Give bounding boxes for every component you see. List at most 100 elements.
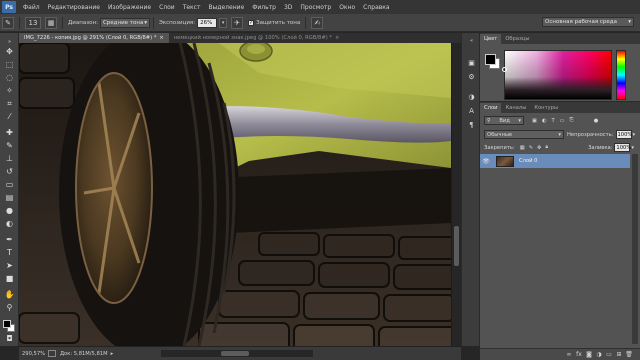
chevron-down-icon[interactable]: ▾ <box>633 132 636 138</box>
zoom-tool-icon[interactable]: ⚲ <box>4 303 15 313</box>
collapse-icon[interactable]: » <box>4 37 15 47</box>
eye-icon[interactable]: 👁︎ <box>480 158 492 165</box>
airbrush-icon[interactable]: ✈ <box>231 16 244 29</box>
fill-input[interactable]: 100% <box>614 143 631 152</box>
filter-toggle[interactable]: ● <box>594 118 599 124</box>
layers-scrollbar[interactable] <box>632 154 638 344</box>
menu-file[interactable]: Файл <box>19 4 44 11</box>
protect-tones-checkbox[interactable]: ✓ <box>248 19 255 26</box>
document-canvas[interactable] <box>19 43 451 346</box>
new-group-icon[interactable]: ▭ <box>604 351 614 358</box>
zoom-level-field[interactable]: 290,57% <box>22 349 45 358</box>
menu-help[interactable]: Справка <box>359 4 393 11</box>
history-icon[interactable]: ▣ <box>467 59 476 68</box>
new-layer-icon[interactable]: ⊞ <box>614 351 624 358</box>
pressure-icon[interactable]: ✍ <box>311 16 324 29</box>
brush-size-picker[interactable]: 13 <box>25 16 41 29</box>
color-panel-tabs: Цвет Образцы <box>480 33 640 44</box>
history-brush-tool-icon[interactable]: ↺ <box>4 167 15 177</box>
tab-channels[interactable]: Каналы <box>501 103 530 113</box>
layer-filter-select[interactable]: ⚲ Вид ▾ <box>484 116 524 125</box>
crop-tool-icon[interactable]: ⌗ <box>4 99 15 109</box>
gradient-tool-icon[interactable]: ▤ <box>4 193 15 203</box>
filter-type-icon[interactable]: T <box>551 118 554 124</box>
export-icon[interactable] <box>48 350 56 357</box>
menu-view[interactable]: Просмотр <box>296 4 335 11</box>
workspace-select[interactable]: Основная рабочая среда ▾ <box>542 17 634 27</box>
exposure-dropdown-icon[interactable]: ▾ <box>219 17 228 28</box>
dodge-burn-tool-icon[interactable]: ◐ <box>4 219 15 229</box>
type-tool-icon[interactable]: T <box>4 248 15 258</box>
menu-3d[interactable]: 3D <box>280 4 296 11</box>
healing-brush-tool-icon[interactable]: ✚ <box>4 128 15 138</box>
chevron-down-icon[interactable]: ▾ <box>631 145 634 151</box>
lasso-tool-icon[interactable]: ◌ <box>4 73 15 83</box>
foreground-color-swatch[interactable] <box>485 54 496 65</box>
menu-edit[interactable]: Редактирование <box>44 4 104 11</box>
tab-color[interactable]: Цвет <box>480 34 502 44</box>
brush-panel-icon[interactable]: ▦ <box>45 16 57 29</box>
menu-filter[interactable]: Фильтр <box>248 4 280 11</box>
vertical-scroll-thumb[interactable] <box>454 226 459 266</box>
path-selection-tool-icon[interactable]: ➤ <box>4 261 15 271</box>
link-layers-icon[interactable]: ∞ <box>564 351 574 358</box>
adjustments-icon[interactable]: ◑ <box>467 93 476 102</box>
marquee-tool-icon[interactable]: ⬚ <box>4 60 15 70</box>
close-icon[interactable]: × <box>159 35 163 41</box>
lock-all-icon[interactable]: 🔒︎ <box>545 144 548 151</box>
blur-tool-icon[interactable]: ● <box>4 206 15 216</box>
foreground-color-swatch[interactable] <box>3 320 11 328</box>
filter-adjustment-icon[interactable]: ◐ <box>542 118 547 124</box>
color-picker-cursor[interactable] <box>502 67 507 72</box>
adjustment-layer-icon[interactable]: ◑ <box>594 351 604 358</box>
blend-mode-select[interactable]: Обычные ▾ <box>484 130 564 139</box>
hand-tool-icon[interactable]: ✋ <box>4 290 15 300</box>
status-menu-icon[interactable]: ▸ <box>111 351 114 357</box>
filter-smart-icon[interactable]: ⎘ <box>570 117 574 124</box>
lock-transparency-icon[interactable]: ▦ <box>520 145 525 151</box>
tab-license-plate[interactable]: немецкий номерной знак.jpeg @ 100% (Слой… <box>169 33 345 43</box>
trash-icon[interactable]: 🗑︎ <box>624 351 634 358</box>
range-select[interactable]: Средние тона ▾ <box>99 17 150 28</box>
add-mask-icon[interactable]: ◙ <box>584 351 594 358</box>
layer-name[interactable]: Слой 0 <box>519 158 537 164</box>
menu-window[interactable]: Окно <box>335 4 359 11</box>
filter-pixel-icon[interactable]: ▣ <box>532 118 537 124</box>
horizontal-scroll-thumb[interactable] <box>221 351 250 356</box>
expand-panels-icon[interactable]: « <box>467 37 476 46</box>
layer-filter-value: Вид <box>499 117 510 124</box>
hue-slider[interactable] <box>616 50 626 100</box>
burn-tool-preset-icon[interactable]: ✎ <box>2 16 14 29</box>
exposure-input[interactable]: 26% <box>197 17 218 28</box>
menu-layers[interactable]: Слои <box>155 4 179 11</box>
quick-mask-icon[interactable]: ◘ <box>4 334 15 344</box>
color-spectrum[interactable] <box>504 50 612 100</box>
pen-tool-icon[interactable]: ✒ <box>4 235 15 245</box>
rectangle-tool-icon[interactable]: ■ <box>4 274 15 284</box>
layer-style-icon[interactable]: fx <box>574 351 584 358</box>
lock-pixels-icon[interactable]: ✎ <box>529 145 533 151</box>
menu-select[interactable]: Выделение <box>204 4 248 11</box>
vertical-scrollbar[interactable] <box>451 43 461 346</box>
character-icon[interactable]: A <box>467 107 476 116</box>
menu-image[interactable]: Изображение <box>104 4 155 11</box>
brush-tool-icon[interactable]: ✎ <box>4 141 15 151</box>
close-icon[interactable]: × <box>335 35 339 41</box>
layer-row[interactable]: 👁︎ Слой 0 <box>480 154 630 168</box>
clone-stamp-tool-icon[interactable]: ⊥ <box>4 154 15 164</box>
menu-type[interactable]: Текст <box>179 4 205 11</box>
tab-paths[interactable]: Контуры <box>530 103 562 113</box>
filter-shape-icon[interactable]: ▭ <box>560 118 565 124</box>
opacity-input[interactable]: 100% <box>615 130 632 139</box>
tab-layers[interactable]: Слои <box>480 103 502 113</box>
tab-img-7226[interactable]: IMG_7226 - копия.jpg @ 291% (Слой 0, RGB… <box>19 33 169 43</box>
properties-icon[interactable]: ⚙ <box>467 73 476 82</box>
tab-swatches[interactable]: Образцы <box>501 34 533 44</box>
eyedropper-tool-icon[interactable]: ⁄ <box>4 112 15 122</box>
quick-select-tool-icon[interactable]: ✧ <box>4 86 15 96</box>
paragraph-icon[interactable]: ¶ <box>467 121 476 130</box>
eraser-tool-icon[interactable]: ▭ <box>4 180 15 190</box>
move-tool-icon[interactable]: ✥ <box>4 47 15 57</box>
lock-position-icon[interactable]: ✥ <box>537 145 541 151</box>
horizontal-scrollbar[interactable] <box>161 350 314 357</box>
